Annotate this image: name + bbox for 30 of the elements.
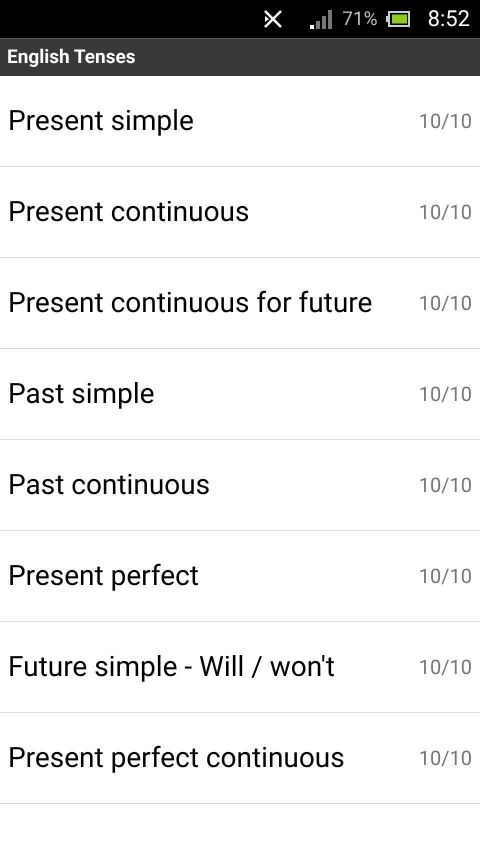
lesson-score: 10/10 (418, 108, 472, 135)
lesson-title: Present simple (8, 103, 195, 139)
lesson-row[interactable]: Present perfect 10/10 (0, 531, 480, 622)
lesson-row[interactable]: Future simple - Will / won't 10/10 (0, 622, 480, 713)
lesson-score: 10/10 (418, 563, 472, 590)
app-title: English Tenses (7, 44, 136, 70)
lesson-title: Present continuous for future (8, 285, 374, 321)
lesson-row[interactable]: Present continuous for future 10/10 (0, 258, 480, 349)
lesson-title: Past simple (8, 376, 156, 412)
lesson-row[interactable]: Present perfect continuous 10/10 (0, 713, 480, 804)
clock: 8:52 (428, 6, 470, 34)
lesson-row[interactable]: Past continuous 10/10 (0, 440, 480, 531)
lesson-title: Present continuous (8, 194, 250, 230)
battery-icon (386, 11, 410, 27)
lesson-row[interactable]: Past simple 10/10 (0, 349, 480, 440)
lesson-title: Past continuous (8, 467, 212, 503)
lesson-score: 10/10 (418, 654, 472, 681)
lesson-score: 10/10 (418, 381, 472, 408)
signal-icon (310, 9, 334, 29)
lesson-title: Present perfect (8, 558, 200, 594)
lesson-score: 10/10 (418, 745, 472, 772)
lesson-row[interactable]: Present simple 10/10 (0, 76, 480, 167)
lesson-row[interactable]: Present continuous 10/10 (0, 167, 480, 258)
bluetooth-off-icon (262, 8, 284, 30)
battery-percent: 71% (342, 6, 378, 32)
lesson-score: 10/10 (418, 199, 472, 226)
lesson-score: 10/10 (418, 290, 472, 317)
lesson-score: 10/10 (418, 472, 472, 499)
lesson-title: Present perfect continuous (8, 740, 346, 776)
lesson-title: Future simple - Will / won't (8, 649, 336, 685)
